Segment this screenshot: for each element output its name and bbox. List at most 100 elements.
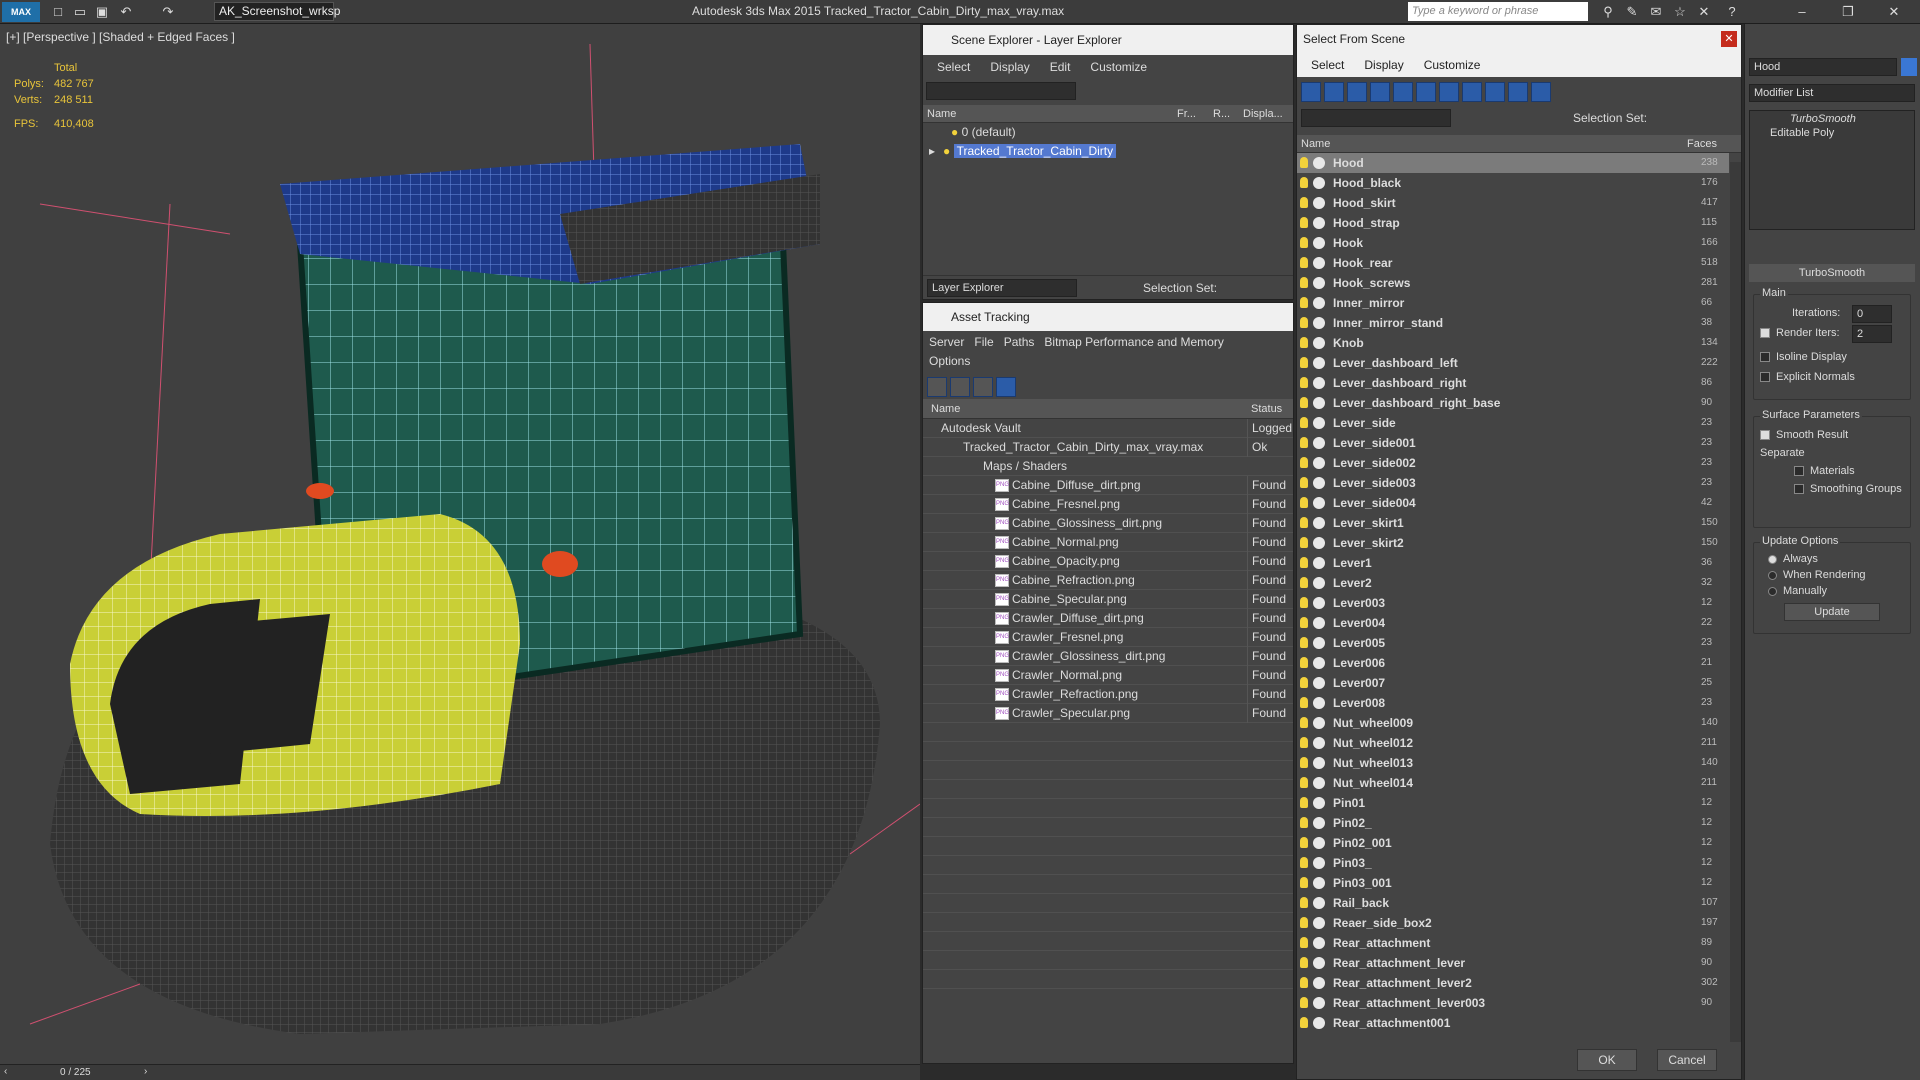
light-bulb-icon[interactable] [1300,897,1308,908]
favorites-icon[interactable]: ☆ [1670,2,1690,22]
menu-customize[interactable]: Customize [1082,55,1155,79]
communication-icon[interactable]: ✉ [1646,2,1666,22]
light-bulb-icon[interactable] [1300,157,1308,168]
stack-item-turbosmooth[interactable]: TurboSmooth [1750,111,1914,127]
undo-icon[interactable]: ↶ [116,2,136,22]
asset-row[interactable]: PNG Crawler_Refraction.png Found [923,685,1293,704]
display-lights-icon[interactable] [1347,82,1367,102]
menu-options[interactable]: Options [929,354,970,368]
light-bulb-icon[interactable]: ● [951,125,958,139]
object-list-scrollbar[interactable] [1730,162,1741,1042]
asset-row[interactable]: PNG Crawler_Fresnel.png Found [923,628,1293,647]
display-containers-icon[interactable] [1508,82,1528,102]
object-row[interactable]: Rear_attachment_lever2 302 [1297,973,1729,993]
light-bulb-icon[interactable] [1300,417,1308,428]
light-bulb-icon[interactable] [1300,957,1308,968]
menu-file[interactable]: File [974,335,993,349]
col-asset-status[interactable]: Status [1251,399,1282,419]
light-bulb-icon[interactable] [1300,717,1308,728]
light-bulb-icon[interactable] [1300,777,1308,788]
light-bulb-icon[interactable] [1300,577,1308,588]
light-bulb-icon[interactable] [1300,677,1308,688]
col-name[interactable]: Name [927,105,956,123]
object-row[interactable]: Hook_rear 518 [1297,253,1729,273]
always-radio[interactable] [1768,554,1777,564]
object-row[interactable]: Lever_skirt1 150 [1297,513,1729,533]
col-object-name[interactable]: Name [1301,135,1330,153]
close-dialog-icon[interactable]: ✕ [1721,31,1737,47]
workspace-dropdown[interactable]: AK_Screenshot_wrksp [214,2,340,21]
menu-customize[interactable]: Customize [1416,53,1489,77]
object-row[interactable]: Nut_wheel012 211 [1297,733,1729,753]
light-bulb-icon[interactable] [1300,877,1308,888]
object-row[interactable]: Lever_side 23 [1297,413,1729,433]
light-bulb-icon[interactable] [1300,437,1308,448]
expand-arrow-icon[interactable]: ▸ [929,144,935,158]
light-bulb-icon[interactable] [1300,357,1308,368]
thumbnail-icon[interactable] [973,377,993,397]
light-bulb-icon[interactable] [1300,197,1308,208]
search-input[interactable]: Type a keyword or phrase [1408,2,1588,21]
menu-select[interactable]: Select [929,55,978,79]
iterations-spinner[interactable]: 0 [1852,305,1892,323]
light-bulb-icon[interactable] [1300,617,1308,628]
light-bulb-icon[interactable] [1300,297,1308,308]
light-bulb-icon[interactable] [1300,977,1308,988]
light-bulb-icon[interactable] [1300,317,1308,328]
object-row[interactable]: Lever006 21 [1297,653,1729,673]
display-spacewarps-icon[interactable] [1416,82,1436,102]
asset-row[interactable]: PNG Cabine_Fresnel.png Found [923,495,1293,514]
light-bulb-icon[interactable] [1300,637,1308,648]
explorer-type-dropdown[interactable]: Layer Explorer [927,279,1077,297]
light-bulb-icon[interactable] [1300,537,1308,548]
light-bulb-icon[interactable] [1300,917,1308,928]
x-icon[interactable]: ✕ [1694,2,1714,22]
object-color-swatch[interactable] [1901,58,1917,76]
object-row[interactable]: Hood_skirt 417 [1297,193,1729,213]
object-row[interactable]: Pin03_001 12 [1297,873,1729,893]
object-row[interactable]: Nut_wheel013 140 [1297,753,1729,773]
layer-row[interactable]: ● 0 (default) [923,123,1293,142]
open-file-icon[interactable]: ▭ [70,2,90,22]
asset-row[interactable]: PNG Crawler_Glossiness_dirt.png Found [923,647,1293,666]
asset-row[interactable]: PNG Cabine_Diffuse_dirt.png Found [923,476,1293,495]
light-bulb-icon[interactable] [1300,557,1308,568]
light-bulb-icon[interactable] [1300,257,1308,268]
light-bulb-icon[interactable] [1300,737,1308,748]
display-cameras-icon[interactable] [1370,82,1390,102]
object-row[interactable]: Hood_strap 115 [1297,213,1729,233]
light-bulb-icon[interactable]: ● [943,144,950,158]
object-row[interactable]: Hood 238 [1297,153,1729,173]
menu-paths[interactable]: Paths [1004,335,1035,349]
table-view-icon[interactable] [996,377,1016,397]
modifier-list-dropdown[interactable]: Modifier List [1749,84,1915,102]
explicit-normals-checkbox[interactable] [1760,372,1770,383]
light-bulb-icon[interactable] [1300,657,1308,668]
scene-search-field[interactable] [926,82,1076,100]
object-row[interactable]: Lever_side003 23 [1297,473,1729,493]
object-row[interactable]: Knob 134 [1297,333,1729,353]
light-bulb-icon[interactable] [1300,517,1308,528]
list-icon[interactable] [950,377,970,397]
object-row[interactable]: Rear_attachment 89 [1297,933,1729,953]
isoline-checkbox[interactable] [1760,352,1770,363]
object-row[interactable]: Hook_screws 281 [1297,273,1729,293]
binoculars-icon[interactable]: ⚲ [1598,2,1618,22]
light-bulb-icon[interactable] [1300,377,1308,388]
restore-icon[interactable]: ❐ [1838,2,1858,22]
object-row[interactable]: Lever007 25 [1297,673,1729,693]
light-bulb-icon[interactable] [1300,457,1308,468]
object-row[interactable]: Inner_mirror_stand 38 [1297,313,1729,333]
when-rendering-radio[interactable] [1768,570,1777,580]
new-file-icon[interactable]: □ [48,2,68,22]
time-slider[interactable]: ‹ 0 / 225 › [0,1064,920,1080]
perspective-viewport[interactable]: [+] [Perspective ] [Shaded + Edged Faces… [0,24,920,1064]
object-row[interactable]: Nut_wheel014 211 [1297,773,1729,793]
menu-display[interactable]: Display [982,55,1037,79]
light-bulb-icon[interactable] [1300,697,1308,708]
light-bulb-icon[interactable] [1300,237,1308,248]
light-bulb-icon[interactable] [1300,757,1308,768]
object-row[interactable]: Lever005 23 [1297,633,1729,653]
render-iters-checkbox[interactable] [1760,328,1770,339]
close-icon[interactable]: ✕ [1884,2,1904,22]
